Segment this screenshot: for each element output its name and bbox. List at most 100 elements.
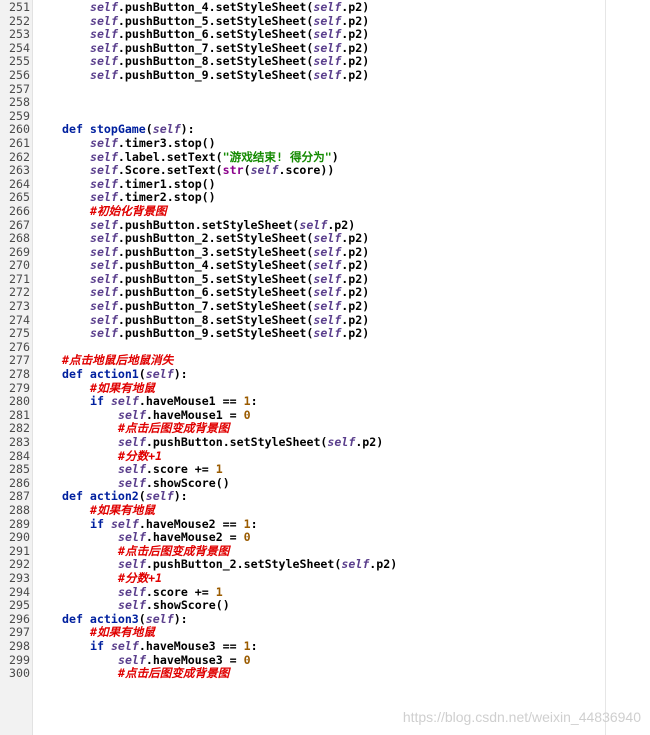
code-line[interactable]: 288 #如果有地鼠 [0,502,650,518]
line-number: 267 [9,217,30,232]
code-line[interactable]: 251 self.pushButton_4.setStyleSheet(self.… [0,0,650,15]
code-line[interactable]: 291 #点击后图变成背景图 [0,544,650,559]
code-text: self.pushButton.setStyleSheet(self.p2) [34,217,356,233]
code-token-self: self [90,285,118,300]
code-token-cm: #初始化背景图 [90,203,167,218]
code-token-op: .timer3.stop() [117,135,216,150]
code-token-self: self [313,67,342,82]
code-line[interactable]: 260 def stopGame(self): [0,123,650,137]
code-text: self.timer2.stop() [34,191,216,205]
code-line[interactable]: 267 self.pushButton.setStyleSheet(self.p2… [0,217,650,233]
code-line[interactable]: 272 self.pushButton_6.setStyleSheet(self.… [0,286,650,300]
code-line[interactable]: 268 self.pushButton_2.setStyleSheet(self.… [0,231,650,246]
code-line[interactable]: 278 def action1(self): [0,367,650,382]
code-line[interactable]: 257 [0,82,650,97]
code-token-op: .haveMouse2 = [145,530,244,545]
code-line[interactable]: 298 if self.haveMouse3 == 1: [0,638,650,654]
code-line[interactable]: 252 self.pushButton_5.setStyleSheet(self.… [0,13,650,29]
code-line[interactable]: 270 self.pushButton_4.setStyleSheet(self.… [0,258,650,273]
code-text: #分数+1 [34,571,162,586]
code-line[interactable]: 256 self.pushButton_9.setStyleSheet(self.… [0,67,650,83]
code-line[interactable]: 276 [0,340,650,355]
code-line[interactable]: 284 #分数+1 [0,448,650,464]
code-line[interactable]: 263 self.Score.setText(str(self.score)) [0,163,650,178]
code-line[interactable]: 274 self.pushButton_8.setStyleSheet(self.… [0,313,650,328]
code-text: self.timer1.stop() [34,177,216,192]
code-token-cm: #如果有地鼠 [90,502,155,517]
code-line[interactable]: 295 self.showScore() [0,598,650,613]
line-number: 295 [9,598,30,613]
code-token-op: .pushButton_2.setStyleSheet( [117,231,314,246]
line-number: 261 [9,135,30,150]
code-line[interactable]: 264 self.timer1.stop() [0,177,650,192]
code-text: self.haveMouse1 = 0 [34,408,251,423]
code-line[interactable]: 258 [0,96,650,110]
code-token-op: .p2) [341,27,370,42]
code-text: self.showScore() [34,476,230,491]
code-token-op: .pushButton_2.setStyleSheet( [145,557,342,572]
code-token-op: .p2) [341,271,370,286]
code-line[interactable]: 277 #点击地鼠后地鼠消失 [0,354,650,368]
code-token-op: .pushButton_4.setStyleSheet( [117,0,314,14]
line-number: 254 [9,40,30,55]
code-line[interactable]: 261 self.timer3.stop() [0,135,650,151]
code-line[interactable]: 282 #点击后图变成背景图 [0,422,650,436]
line-number: 259 [9,108,30,123]
code-line[interactable]: 285 self.score += 1 [0,462,650,477]
code-token-op: .pushButton_9.setStyleSheet( [117,67,314,82]
code-line[interactable]: 299 self.haveMouse3 = 0 [0,653,650,668]
code-line[interactable]: 269 self.pushButton_3.setStyleSheet(self.… [0,244,650,260]
code-text: if self.haveMouse2 == 1: [34,516,258,532]
code-token-cm: #分数+1 [118,448,163,463]
code-token-op: .pushButton_3.setStyleSheet( [117,244,314,259]
code-line[interactable]: 280 if self.haveMouse1 == 1: [0,394,650,409]
code-line[interactable]: 281 self.haveMouse1 = 0 [0,408,650,423]
code-token-op: ( [138,367,146,382]
code-line[interactable]: 292 self.pushButton_2.setStyleSheet(self.… [0,558,650,572]
code-line[interactable]: 286 self.showScore() [0,476,650,491]
code-line[interactable]: 296 def action3(self): [0,611,650,627]
code-token-self: self [90,326,118,341]
code-line[interactable]: 266 #初始化背景图 [0,203,650,219]
code-line[interactable]: 289 if self.haveMouse2 == 1: [0,516,650,532]
code-line[interactable]: 287 def action2(self): [0,490,650,504]
code-token-kw: def [62,489,90,504]
code-text: self.haveMouse2 = 0 [34,530,251,545]
code-line[interactable]: 297 #如果有地鼠 [0,626,650,640]
code-token-self: self [313,285,342,300]
code-line[interactable]: 294 self.score += 1 [0,584,650,600]
code-line[interactable]: 279 #如果有地鼠 [0,381,650,396]
code-token-self: self [110,516,139,531]
code-token-op: ( [145,122,153,137]
code-line[interactable]: 290 self.haveMouse2 = 0 [0,530,650,545]
line-number: 258 [9,95,30,110]
code-line[interactable]: 262 self.label.setText("游戏结束! 得分为") [0,150,650,165]
code-token-op: .p2) [327,217,356,232]
code-text: self.pushButton_5.setStyleSheet(self.p2) [34,271,370,287]
code-line[interactable]: 300 #点击后图变成背景图 [0,666,650,681]
code-token-self: self [90,135,118,150]
code-token-cm: #点击后图变成背景图 [118,666,230,681]
code-token-kw: def [62,611,90,626]
code-text: self.pushButton_4.setStyleSheet(self.p2) [34,258,369,273]
code-token-self: self [90,299,118,314]
code-lines[interactable]: 251 self.pushButton_4.setStyleSheet(self.… [0,0,650,681]
code-token-self: self [313,13,342,28]
code-line[interactable]: 271 self.pushButton_5.setStyleSheet(self.… [0,271,650,287]
code-token-op: .score += [145,584,216,599]
code-line[interactable]: 273 self.pushButton_7.setStyleSheet(self.… [0,299,650,314]
code-line[interactable]: 275 self.pushButton_9.setStyleSheet(self.… [0,326,650,341]
code-line[interactable]: 265 self.timer2.stop() [0,191,650,205]
code-line[interactable]: 254 self.pushButton_7.setStyleSheet(self.… [0,40,650,56]
code-token-op: : [250,638,258,653]
code-text: #如果有地鼠 [34,381,155,396]
code-token-op: ): [180,122,195,137]
line-number: 251 [9,0,30,14]
line-number: 272 [9,285,30,300]
code-editor[interactable]: 251 self.pushButton_4.setStyleSheet(self.… [0,0,650,735]
code-line[interactable]: 259 [0,108,650,124]
code-line[interactable]: 283 self.pushButton.setStyleSheet(self.p2… [0,435,650,450]
code-line[interactable]: 293 #分数+1 [0,571,650,586]
code-line[interactable]: 255 self.pushButton_8.setStyleSheet(self.… [0,55,650,69]
code-line[interactable]: 253 self.pushButton_6.setStyleSheet(self.… [0,27,650,42]
